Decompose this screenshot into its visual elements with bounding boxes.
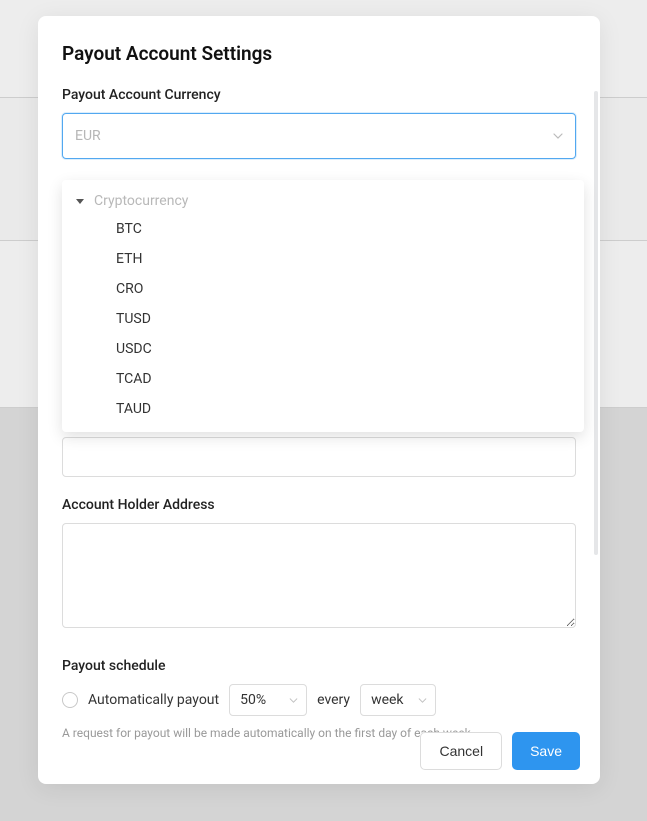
every-label: every <box>317 692 350 708</box>
dropdown-item-btc[interactable]: BTC <box>62 214 584 244</box>
chevron-down-icon <box>417 695 427 705</box>
modal-title: Payout Account Settings <box>62 42 576 65</box>
period-value: week <box>371 692 403 708</box>
percent-value: 50% <box>240 692 266 708</box>
currency-select[interactable]: EUR <box>62 113 576 159</box>
payout-settings-modal: Payout Account Settings Payout Account C… <box>38 16 600 784</box>
chevron-down-icon <box>553 131 563 141</box>
schedule-label: Payout schedule <box>62 658 576 674</box>
address-label: Account Holder Address <box>62 497 576 513</box>
hidden-field[interactable] <box>62 437 576 477</box>
period-select[interactable]: week <box>360 684 436 716</box>
currency-label: Payout Account Currency <box>62 87 576 103</box>
currency-placeholder: EUR <box>75 128 101 144</box>
address-textarea[interactable] <box>62 523 576 628</box>
dropdown-item-usdc[interactable]: USDC <box>62 334 584 364</box>
dropdown-item-eth[interactable]: ETH <box>62 244 584 274</box>
auto-payout-radio[interactable] <box>62 692 78 708</box>
cancel-button[interactable]: Cancel <box>420 732 502 770</box>
chevron-down-icon <box>288 695 298 705</box>
currency-dropdown: Cryptocurrency BTC ETH CRO TUSD USDC TCA… <box>62 180 584 432</box>
dropdown-group-label: Cryptocurrency <box>94 193 188 209</box>
dropdown-item-tusd[interactable]: TUSD <box>62 304 584 334</box>
caret-down-icon <box>76 199 84 204</box>
modal-footer: Cancel Save <box>420 732 580 770</box>
auto-payout-label: Automatically payout <box>88 692 219 708</box>
dropdown-item-cro[interactable]: CRO <box>62 274 584 304</box>
save-button[interactable]: Save <box>512 732 580 770</box>
dropdown-group-crypto[interactable]: Cryptocurrency <box>62 188 584 214</box>
percent-select[interactable]: 50% <box>229 684 307 716</box>
dropdown-item-tcad[interactable]: TCAD <box>62 364 584 394</box>
dropdown-item-taud[interactable]: TAUD <box>62 394 584 424</box>
